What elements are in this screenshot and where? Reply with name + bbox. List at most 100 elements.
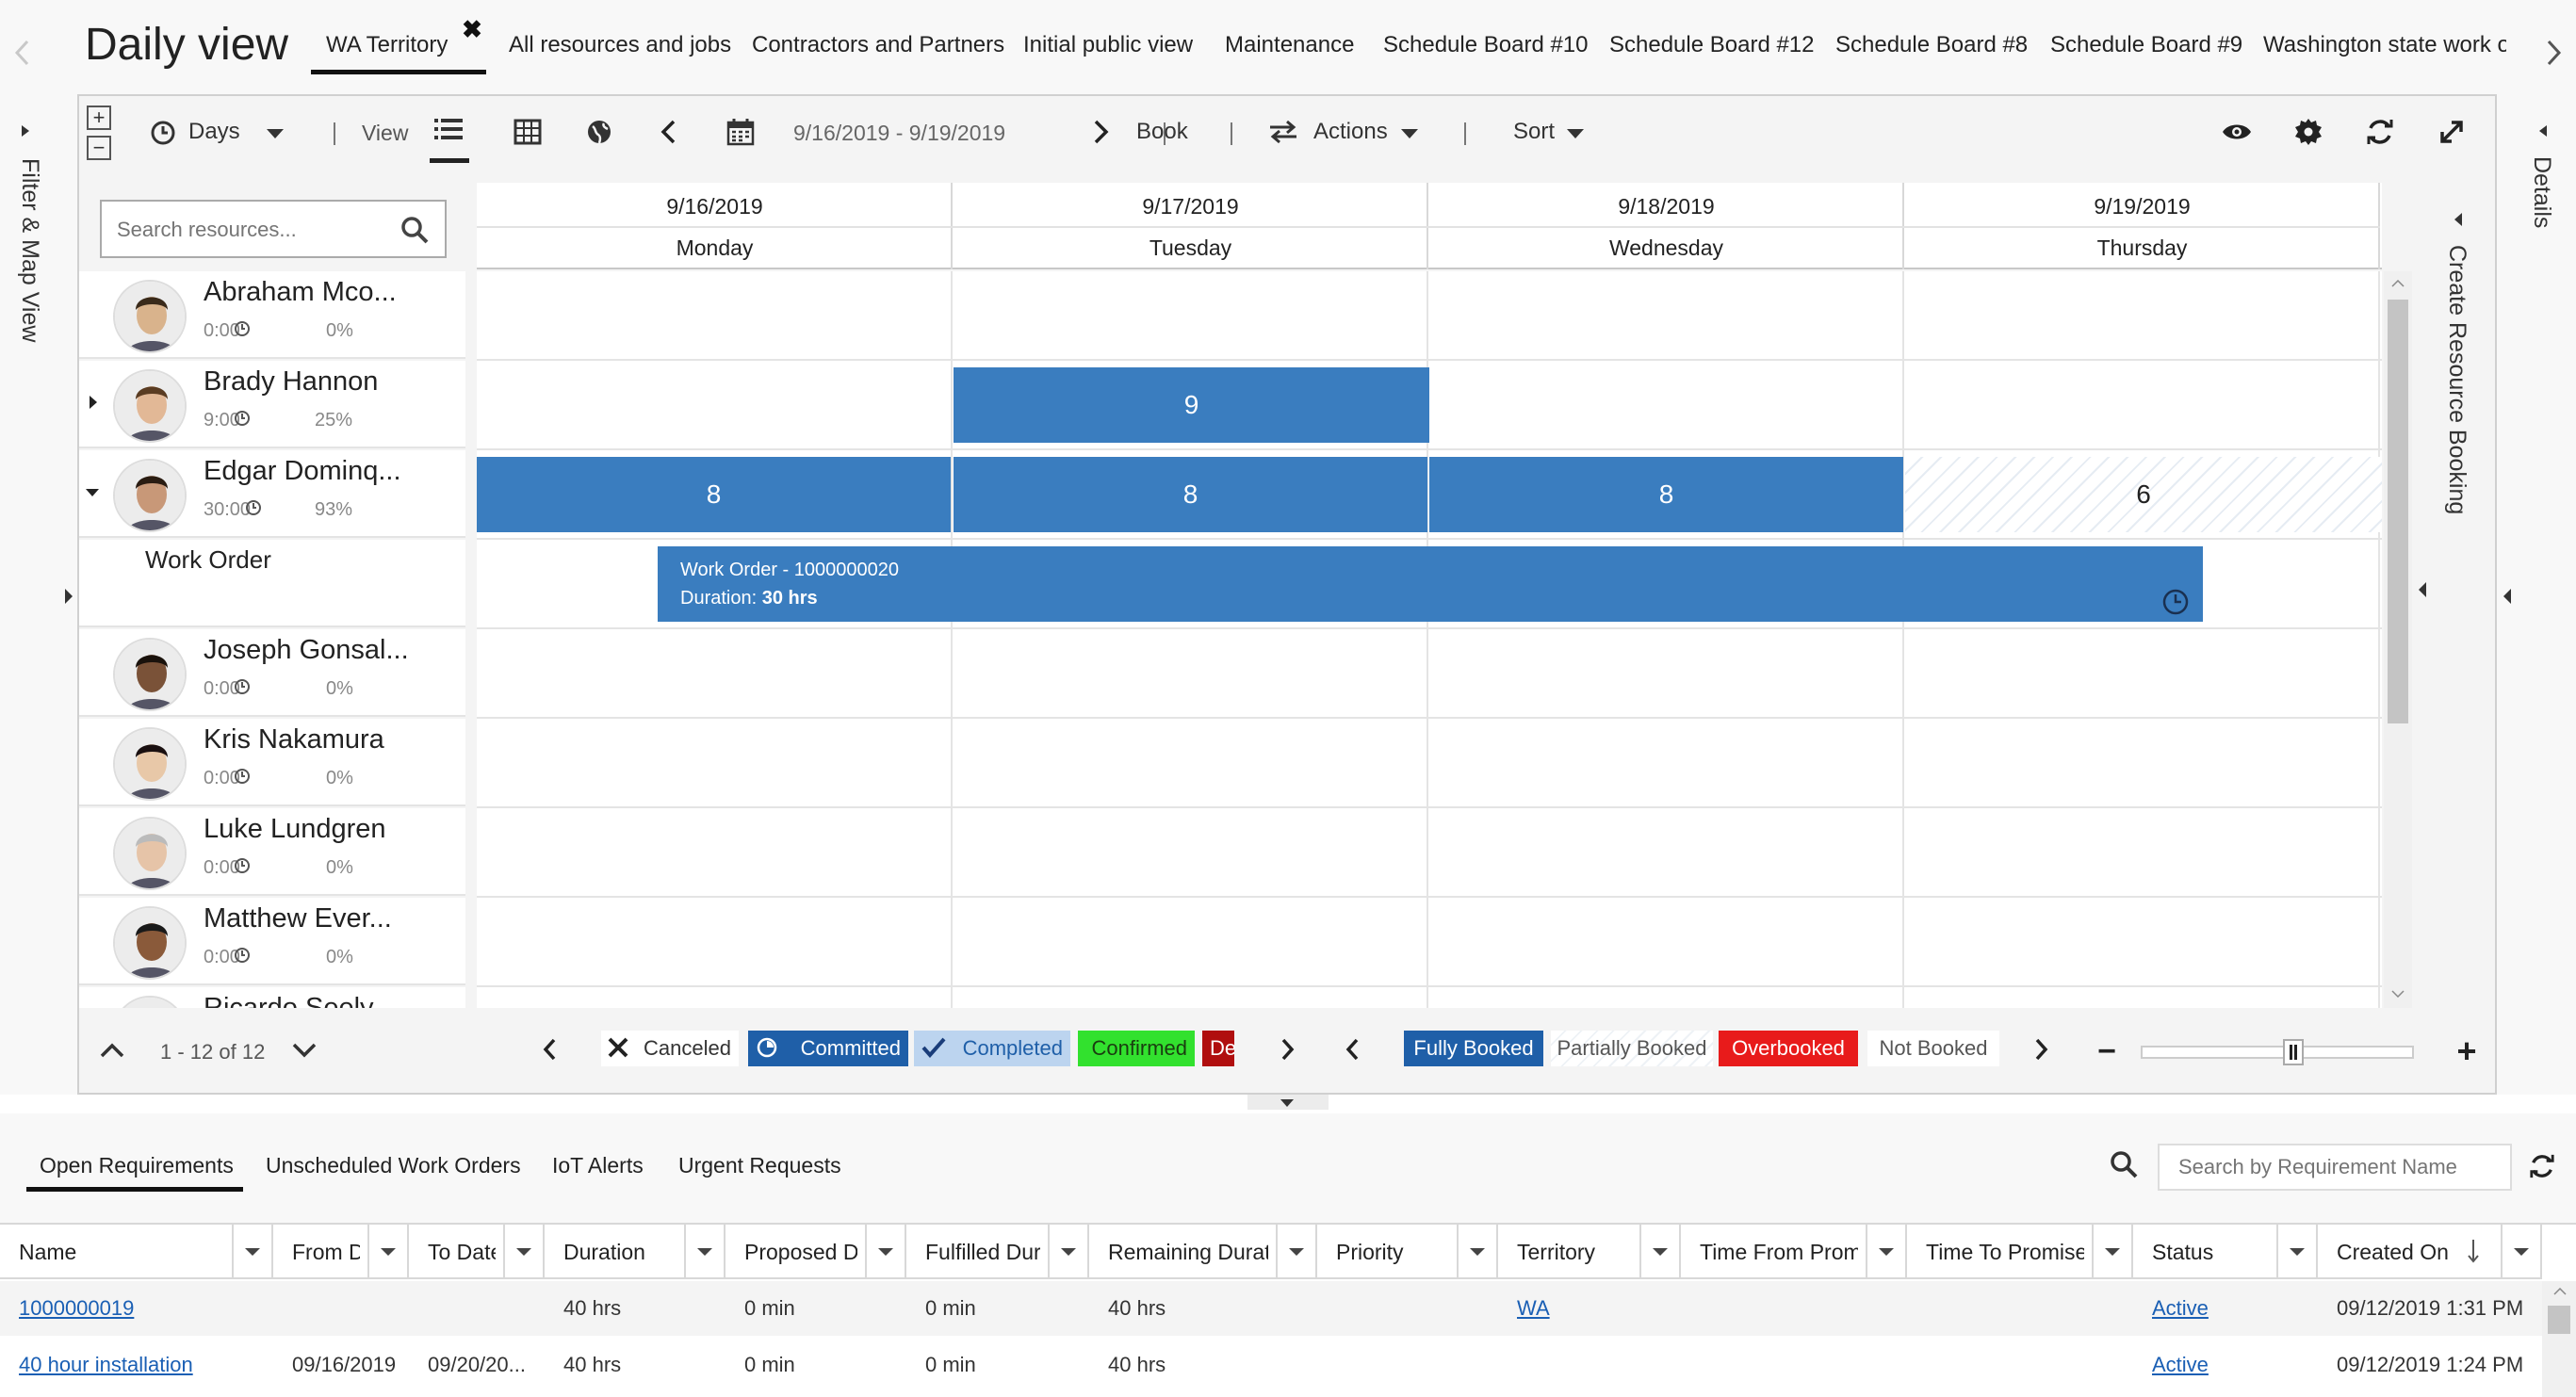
- tab-initial-public-view[interactable]: Initial public view: [1023, 32, 1193, 58]
- column-header[interactable]: Name: [0, 1225, 273, 1279]
- scroll-down-icon[interactable]: [2389, 985, 2406, 1002]
- days-dropdown[interactable]: Days: [188, 119, 240, 145]
- column-header-label[interactable]: Proposed Du: [744, 1240, 857, 1265]
- resource-name[interactable]: Ricardo Seely: [204, 993, 374, 1008]
- requirement-search-icon[interactable]: [2107, 1147, 2141, 1181]
- actions-chevron-down-icon[interactable]: [1398, 122, 1421, 145]
- collapse-down-icon[interactable]: [1278, 1096, 1296, 1110]
- panel-splitter[interactable]: [0, 1095, 2576, 1113]
- globe-icon[interactable]: [580, 113, 618, 151]
- create-booking-panel[interactable]: Create Resource Booking: [2416, 183, 2491, 1008]
- resource-row[interactable]: Edgar Dominq... 30:00 93%: [79, 450, 465, 538]
- tab-schedule-board-9[interactable]: Schedule Board #9: [2050, 32, 2242, 58]
- table-row[interactable]: 1000000019 40 hrs 0 min 0 min 40 hrs WA Active…: [0, 1281, 2542, 1336]
- days-chevron-down-icon[interactable]: [264, 122, 286, 145]
- filter-map-panel[interactable]: Filter & Map View: [0, 94, 73, 1095]
- column-header[interactable]: From Da: [273, 1225, 409, 1279]
- sort-chevron-down-icon[interactable]: [1564, 122, 1587, 145]
- column-filter-chevron-icon[interactable]: [2092, 1225, 2131, 1279]
- chevron-right-icon[interactable]: [2540, 34, 2568, 72]
- details-arrow-icon[interactable]: [2501, 584, 2514, 609]
- column-header-label[interactable]: To Date: [428, 1240, 496, 1265]
- grid-scrollbar[interactable]: [2384, 271, 2412, 1008]
- column-filter-chevron-icon[interactable]: [503, 1225, 543, 1279]
- table-cell-link[interactable]: Active: [2152, 1296, 2209, 1321]
- tab-urgent-requests[interactable]: Urgent Requests: [678, 1153, 841, 1178]
- column-header[interactable]: Time From Promi: [1681, 1225, 1907, 1279]
- gear-icon[interactable]: [2290, 113, 2327, 151]
- column-header-label[interactable]: Duration: [563, 1240, 677, 1265]
- column-filter-chevron-icon[interactable]: [1639, 1225, 1679, 1279]
- column-header-label[interactable]: Territory: [1517, 1240, 1632, 1265]
- zoom-slider[interactable]: [2141, 1039, 2414, 1065]
- column-header[interactable]: To Date: [409, 1225, 545, 1279]
- booking-block[interactable]: 9: [954, 367, 1429, 443]
- zoom-in-icon[interactable]: +: [2452, 1032, 2482, 1070]
- tab-all-resources-and-jobs[interactable]: All resources and jobs: [509, 32, 731, 58]
- column-filter-chevron-icon[interactable]: [865, 1225, 905, 1279]
- requirement-search-input[interactable]: [2158, 1144, 2512, 1191]
- collapse-left-icon[interactable]: [2452, 209, 2465, 230]
- column-header[interactable]: Territory: [1498, 1225, 1681, 1279]
- resource-name[interactable]: Luke Lundgren: [204, 814, 386, 845]
- column-filter-chevron-icon[interactable]: [1457, 1225, 1496, 1279]
- resource-row[interactable]: Luke Lundgren 0:00 0%: [79, 808, 465, 896]
- column-header-label[interactable]: Time From Promi: [1700, 1240, 1858, 1265]
- booking-block[interactable]: 8: [477, 457, 951, 532]
- zoom-slider-thumb[interactable]: [2283, 1039, 2304, 1065]
- book-button[interactable]: Book: [1136, 119, 1188, 145]
- column-header[interactable]: Fulfilled Dura: [906, 1225, 1089, 1279]
- grid-scroll-up-icon[interactable]: [2552, 1285, 2568, 1298]
- expand-left-icon[interactable]: [2536, 122, 2550, 139]
- resource-search-input[interactable]: [117, 213, 390, 247]
- tab-maintenance[interactable]: Maintenance: [1225, 32, 1354, 58]
- column-header-label[interactable]: Name: [19, 1240, 226, 1265]
- resource-row[interactable]: Brady Hannon 9:00 25%: [79, 361, 465, 448]
- column-filter-chevron-icon[interactable]: [1866, 1225, 1905, 1279]
- expand-right-icon[interactable]: [19, 122, 32, 139]
- column-filter-chevron-icon[interactable]: [684, 1225, 724, 1279]
- tab-wa-territory[interactable]: WA Territory: [326, 32, 448, 58]
- booking-block[interactable]: 6: [1905, 457, 2382, 532]
- details-label[interactable]: Details: [2528, 156, 2555, 228]
- date-range[interactable]: 9/16/2019 - 9/19/2019: [793, 121, 1005, 146]
- column-header-label[interactable]: Fulfilled Dura: [925, 1240, 1040, 1265]
- column-header-label[interactable]: Status: [2152, 1240, 2269, 1265]
- column-filter-chevron-icon[interactable]: [367, 1225, 407, 1279]
- tab-open-requirements[interactable]: Open Requirements: [40, 1153, 234, 1178]
- collapse-all-icon[interactable]: −: [87, 136, 111, 160]
- table-cell-link[interactable]: Active: [2152, 1353, 2209, 1377]
- page-down-icon[interactable]: [288, 1034, 320, 1066]
- resource-row[interactable]: Ricardo Seely: [79, 987, 465, 1008]
- table-cell-link[interactable]: 40 hour installation: [19, 1353, 193, 1377]
- sort-descending-icon[interactable]: [2467, 1238, 2486, 1266]
- column-filter-chevron-icon[interactable]: [232, 1225, 271, 1279]
- filter-map-label[interactable]: Filter & Map View: [16, 158, 43, 342]
- tab-washington-state-work-or[interactable]: Washington state work or: [2263, 32, 2506, 58]
- tab-contractors-and-partners[interactable]: Contractors and Partners: [752, 32, 1004, 58]
- tab-unscheduled-work-orders[interactable]: Unscheduled Work Orders: [266, 1153, 521, 1178]
- create-booking-label[interactable]: Create Resource Booking: [2443, 245, 2470, 514]
- list-view-icon[interactable]: [428, 109, 469, 151]
- requirement-refresh-icon[interactable]: [2525, 1149, 2559, 1183]
- chevron-left-icon[interactable]: [8, 34, 36, 72]
- zoom-out-icon[interactable]: −: [2094, 1033, 2120, 1069]
- collapse-row-icon[interactable]: [85, 488, 102, 499]
- scroll-up-icon[interactable]: [2389, 275, 2406, 292]
- column-header-label[interactable]: From Da: [292, 1240, 360, 1265]
- booking-block[interactable]: 8: [954, 457, 1427, 532]
- column-filter-chevron-icon[interactable]: [2501, 1225, 2540, 1279]
- grid-scroll-thumb[interactable]: [2548, 1306, 2570, 1334]
- resource-name[interactable]: Abraham Mco...: [204, 277, 397, 308]
- grid-view-icon[interactable]: [509, 113, 546, 151]
- resource-search-box[interactable]: [100, 200, 447, 258]
- legend-next-icon[interactable]: [1276, 1032, 1300, 1066]
- tab-schedule-board-10[interactable]: Schedule Board #10: [1383, 32, 1589, 58]
- column-header[interactable]: Time To Promised: [1907, 1225, 2133, 1279]
- column-header[interactable]: Priority: [1317, 1225, 1498, 1279]
- column-header[interactable]: Proposed Du: [726, 1225, 906, 1279]
- resource-row[interactable]: Joseph Gonsal... 0:00 0%: [79, 629, 465, 717]
- page-up-icon[interactable]: [96, 1034, 128, 1066]
- column-header-label[interactable]: Remaining Durati: [1108, 1240, 1268, 1265]
- resource-row[interactable]: Abraham Mco... 0:00 0%: [79, 271, 465, 359]
